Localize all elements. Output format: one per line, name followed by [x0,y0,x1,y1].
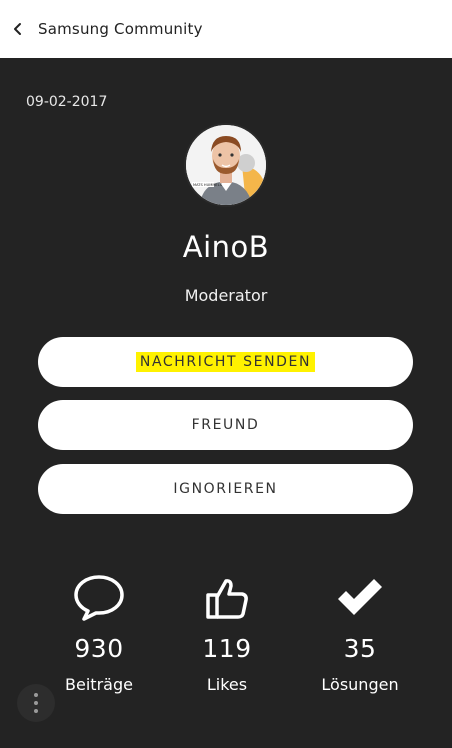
stat-solutions[interactable]: 35 Lösungen [305,570,415,694]
posts-label: Beiträge [65,675,133,694]
send-message-label: NACHRICHT SENDEN [135,352,316,372]
speech-bubble-icon [44,570,154,626]
likes-count: 119 [202,634,252,663]
back-button[interactable] [0,0,38,58]
more-options-button[interactable] [17,684,55,722]
send-message-button[interactable]: NACHRICHT SENDEN [38,337,413,387]
avatar-caption: MATS HUMMELS [193,183,223,187]
stat-posts[interactable]: 930 Beiträge [44,570,154,694]
app-header: Samsung Community [0,0,452,58]
friend-button[interactable]: FREUND [38,400,413,450]
solutions-count: 35 [343,634,377,663]
header-title: Samsung Community [38,20,203,38]
chevron-left-icon [14,23,21,35]
thumbs-up-icon [172,570,282,626]
likes-label: Likes [206,675,248,694]
profile-role: Moderator [184,286,268,305]
more-vertical-icon [34,693,38,697]
profile-name: AinoB [182,230,270,264]
solutions-label: Lösungen [321,675,399,694]
friend-label: FREUND [191,417,260,433]
stat-likes[interactable]: 119 Likes [172,570,282,694]
ignore-label: IGNORIEREN [173,481,278,497]
profile-date: 09-02-2017 [26,94,108,110]
checkmark-icon [305,570,415,626]
ignore-button[interactable]: IGNORIEREN [38,464,413,514]
avatar: MATS HUMMELS [186,125,266,205]
posts-count: 930 [74,634,124,663]
